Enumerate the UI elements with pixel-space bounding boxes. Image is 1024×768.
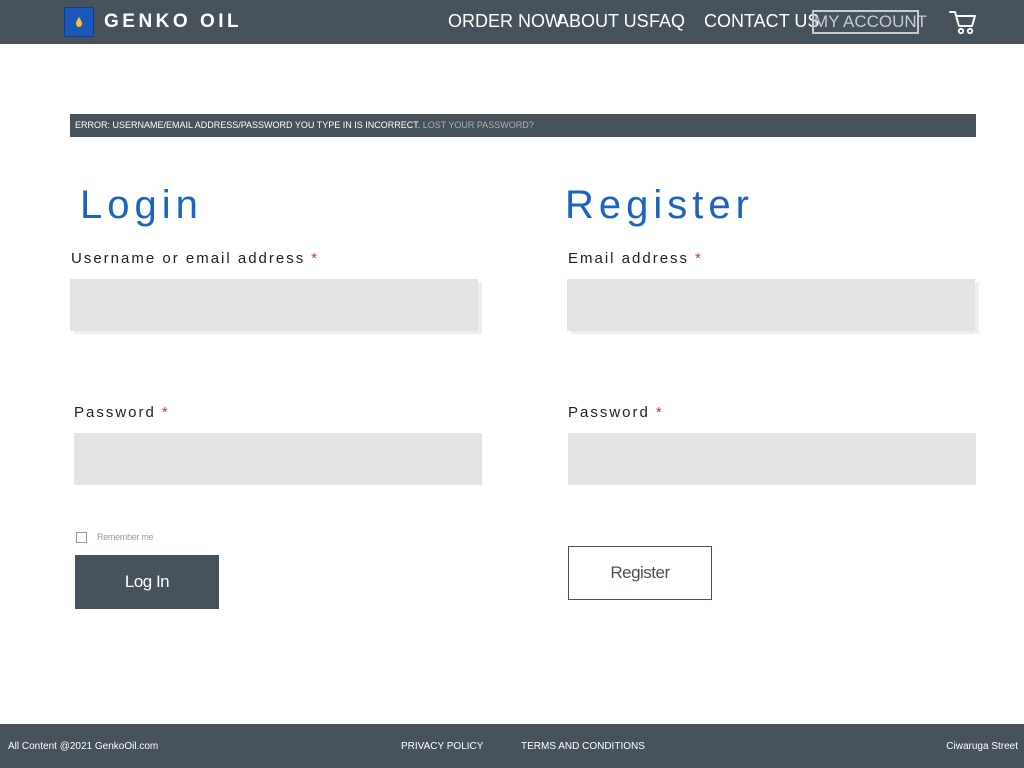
email-label-text: Email address xyxy=(568,250,690,267)
required-marker: * xyxy=(655,404,664,421)
register-password-label-text: Password xyxy=(568,404,650,421)
login-heading: Login xyxy=(80,183,203,227)
footer: All Content @2021 GenkoOil.com PRIVACY P… xyxy=(0,724,1024,768)
login-password-label-text: Password xyxy=(74,404,156,421)
required-marker: * xyxy=(311,250,320,267)
error-banner: ERROR: USERNAME/EMAIL ADDRESS/PASSWORD Y… xyxy=(70,114,976,137)
login-password-label: Password * xyxy=(74,404,170,421)
remember-me-label[interactable]: Remember me xyxy=(97,532,154,542)
required-marker: * xyxy=(161,404,170,421)
required-marker: * xyxy=(695,250,703,267)
nav-my-account[interactable]: MY ACCOUNT xyxy=(812,10,927,34)
nav-contact-us[interactable]: CONTACT US xyxy=(704,11,819,32)
log-in-button[interactable]: Log In xyxy=(75,555,219,609)
login-password-input[interactable] xyxy=(74,433,482,485)
oil-drop-icon[interactable] xyxy=(64,7,94,37)
username-input[interactable] xyxy=(70,279,478,331)
remember-me-checkbox[interactable] xyxy=(76,532,87,543)
email-label: Email address * xyxy=(568,250,703,267)
register-password-input[interactable] xyxy=(568,433,976,485)
lost-password-link[interactable]: LOST YOUR PASSWORD? xyxy=(423,120,534,130)
shopping-cart-icon[interactable] xyxy=(948,8,978,36)
register-email-input[interactable] xyxy=(567,279,975,331)
error-message: ERROR: USERNAME/EMAIL ADDRESS/PASSWORD Y… xyxy=(75,120,421,130)
nav-about-us[interactable]: ABOUT US xyxy=(557,11,649,32)
register-button[interactable]: Register xyxy=(568,546,712,600)
footer-copyright: All Content @2021 GenkoOil.com xyxy=(8,741,159,752)
username-label: Username or email address * xyxy=(71,250,319,267)
username-label-text: Username or email address xyxy=(71,250,306,267)
register-password-label: Password * xyxy=(568,404,664,421)
register-heading: Register xyxy=(565,183,754,227)
footer-privacy-policy-link[interactable]: PRIVACY POLICY xyxy=(401,741,483,752)
footer-terms-link[interactable]: TERMS AND CONDITIONS xyxy=(521,741,645,752)
nav-faq[interactable]: FAQ xyxy=(649,11,685,32)
footer-address: Ciwaruga Street xyxy=(946,741,1018,752)
top-navigation-bar: GENKO OIL ORDER NOW ABOUT US FAQ CONTACT… xyxy=(0,0,1024,44)
nav-order-now[interactable]: ORDER NOW xyxy=(448,11,562,32)
brand-name[interactable]: GENKO OIL xyxy=(104,11,242,33)
